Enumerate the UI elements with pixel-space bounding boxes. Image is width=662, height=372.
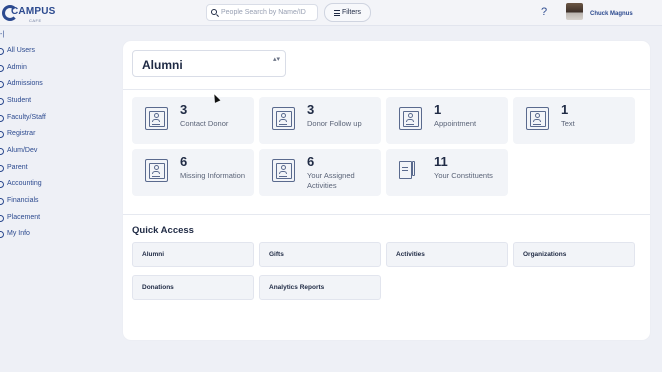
divider xyxy=(123,214,650,215)
quick-access-activities-button[interactable]: Activities xyxy=(386,242,508,267)
quick-access-alumni-button[interactable]: Alumni xyxy=(132,242,254,267)
top-bar: CAMPUS CAFE People Search by Name/ID Fil… xyxy=(0,0,662,26)
user-name[interactable]: Chuck Magnus xyxy=(590,11,633,17)
notepad-icon xyxy=(399,159,417,181)
card-donor-follow-up[interactable]: 3 Donor Follow up xyxy=(259,97,381,144)
quick-access-analytics-reports-button[interactable]: Analytics Reports xyxy=(259,275,381,300)
sidebar-item-alum-dev[interactable]: Alum/Dev xyxy=(0,146,115,158)
card-count: 6 xyxy=(307,154,315,169)
main-panel: Alumni ▴▾ 3 Contact Donor 3 Donor Follow… xyxy=(123,41,650,340)
sidebar-item-label: Faculty/Staff xyxy=(7,114,46,121)
card-label: Donor Follow up xyxy=(307,119,362,128)
card-count: 1 xyxy=(561,102,569,117)
card-count: 11 xyxy=(434,154,448,169)
select-caret-icon: ▴▾ xyxy=(272,56,280,63)
faculty-icon xyxy=(0,115,4,122)
sidebar-item-placement[interactable]: Placement xyxy=(0,213,115,225)
sidebar-item-label: Parent xyxy=(7,164,28,171)
admissions-icon xyxy=(0,81,4,88)
placement-icon xyxy=(0,215,4,222)
avatar[interactable] xyxy=(566,3,583,20)
id-card-icon xyxy=(272,159,295,182)
people-search-input[interactable]: People Search by Name/ID xyxy=(206,4,318,21)
quick-access-title: Quick Access xyxy=(132,225,194,236)
financials-icon xyxy=(0,198,4,205)
card-appointment[interactable]: 1 Appointment xyxy=(386,97,508,144)
accounting-icon xyxy=(0,181,4,188)
sidebar-item-label: My Info xyxy=(7,230,30,237)
role-select[interactable]: Alumni ▴▾ xyxy=(132,50,286,77)
quick-access-gifts-button[interactable]: Gifts xyxy=(259,242,381,267)
filters-button[interactable]: Filters xyxy=(324,3,371,22)
my-info-icon xyxy=(0,231,4,238)
registrar-icon xyxy=(0,131,4,138)
parent-icon xyxy=(0,165,4,172)
alumni-icon xyxy=(0,148,4,155)
card-label: Your Constituents xyxy=(434,171,493,180)
sidebar-item-label: Student xyxy=(7,97,32,104)
id-card-icon xyxy=(145,107,168,130)
logo-subtext: CAFE xyxy=(29,18,42,23)
card-your-assigned-activities[interactable]: 6 Your Assigned Activities xyxy=(259,149,381,196)
sidebar-item-label: Admin xyxy=(7,64,27,71)
id-card-icon xyxy=(526,107,549,130)
users-icon xyxy=(0,48,4,55)
quick-access-donations-button[interactable]: Donations xyxy=(132,275,254,300)
help-icon[interactable]: ? xyxy=(541,6,547,18)
card-label: Text xyxy=(561,119,575,128)
id-card-icon xyxy=(145,159,168,182)
sidebar-item-parent[interactable]: Parent xyxy=(0,163,115,175)
sidebar-item-label: Placement xyxy=(7,214,41,221)
sidebar-item-label: Registrar xyxy=(7,130,36,137)
search-placeholder: People Search by Name/ID xyxy=(221,9,306,16)
sidebar-item-my-info[interactable]: My Info xyxy=(0,229,115,241)
sidebar-item-label: All Users xyxy=(7,47,36,54)
card-count: 3 xyxy=(307,102,315,117)
menu-icon xyxy=(334,10,340,16)
sidebar-item-label: Financials xyxy=(7,197,39,204)
card-your-constituents[interactable]: 11 Your Constituents xyxy=(386,149,508,196)
card-label: Missing Information xyxy=(180,171,246,180)
filters-label: Filters xyxy=(342,9,362,16)
campus-cafe-logo[interactable]: CAMPUS CAFE xyxy=(2,5,55,25)
sidebar-item-label: Accounting xyxy=(7,180,42,187)
card-count: 1 xyxy=(434,102,442,117)
sidebar-item-registrar[interactable]: Registrar xyxy=(0,129,115,141)
card-count: 3 xyxy=(180,102,188,117)
card-label: Appointment xyxy=(434,119,477,128)
sidebar-item-financials[interactable]: Financials xyxy=(0,196,115,208)
sidebar-item-student[interactable]: Student xyxy=(0,96,115,108)
search-icon xyxy=(211,9,217,15)
admin-icon xyxy=(0,65,4,72)
sidebar-item-label: Admissions xyxy=(7,80,43,87)
card-text[interactable]: 1 Text xyxy=(513,97,635,144)
card-contact-donor[interactable]: 3 Contact Donor xyxy=(132,97,254,144)
id-card-icon xyxy=(399,107,422,130)
sidebar-item-admin[interactable]: Admin xyxy=(0,63,115,75)
sidebar-collapse-toggle[interactable]: -| xyxy=(0,31,4,38)
sidebar-item-label: Alum/Dev xyxy=(7,147,38,154)
student-icon xyxy=(0,98,4,105)
sidebar: -| All Users Admin Admissions Student Fa… xyxy=(0,26,120,372)
card-missing-information[interactable]: 6 Missing Information xyxy=(132,149,254,196)
divider xyxy=(123,89,650,90)
role-select-value: Alumni xyxy=(142,58,183,72)
card-label: Contact Donor xyxy=(180,119,229,128)
sidebar-item-admissions[interactable]: Admissions xyxy=(0,79,115,91)
sidebar-item-faculty-staff[interactable]: Faculty/Staff xyxy=(0,113,115,125)
quick-access-organizations-button[interactable]: Organizations xyxy=(513,242,635,267)
id-card-icon xyxy=(272,107,295,130)
sidebar-item-all-users[interactable]: All Users xyxy=(0,46,115,58)
logo-text: CAMPUS xyxy=(11,6,56,17)
card-label: Your Assigned Activities xyxy=(307,171,355,190)
card-count: 6 xyxy=(180,154,188,169)
sidebar-item-accounting[interactable]: Accounting xyxy=(0,179,115,191)
